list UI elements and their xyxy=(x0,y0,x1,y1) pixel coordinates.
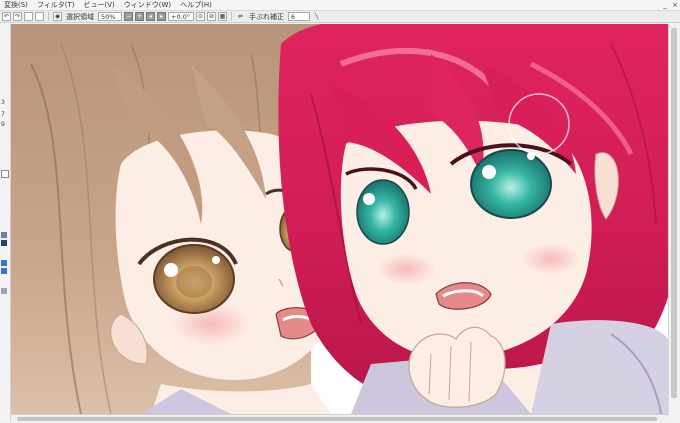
artwork-illustration xyxy=(11,24,669,414)
vertical-scroll-thumb[interactable] xyxy=(671,28,677,398)
flip-icon[interactable]: ⊘ xyxy=(207,12,216,21)
drawing-canvas[interactable] xyxy=(11,24,669,414)
menu-filter[interactable]: フィルタ(T) xyxy=(33,0,80,10)
pen-icon[interactable]: ╲ xyxy=(312,12,321,21)
close-button[interactable]: × xyxy=(670,1,680,10)
ruler-number: 9 xyxy=(1,121,5,128)
toolbar-separator xyxy=(48,12,49,21)
menu-bar: 変換(S) フィルタ(T) ビュー(V) ウィンドウ(W) ヘルプ(H) _ × xyxy=(0,0,680,11)
ruler-marker-icon xyxy=(1,240,7,246)
ruler-number: 3 xyxy=(1,99,5,106)
ruler-marker-icon xyxy=(1,170,9,178)
selection-area-label: 選択領域 xyxy=(66,12,94,21)
ruler-marker-icon xyxy=(1,288,7,294)
eye-icon[interactable]: ◉ xyxy=(53,12,62,21)
ruler-marker-icon xyxy=(1,260,7,266)
toolbar-separator xyxy=(231,12,232,21)
left-ruler: 3 7 9 xyxy=(0,24,11,422)
stabilizer-field[interactable]: 6 xyxy=(288,12,310,21)
horizontal-scroll-thumb[interactable] xyxy=(17,417,657,421)
ruler-marker-icon xyxy=(1,268,7,274)
invert-icon[interactable]: ▦ xyxy=(218,12,227,21)
rotate-left-icon[interactable]: ◂ xyxy=(146,12,155,21)
zoom-in-icon[interactable]: + xyxy=(135,12,144,21)
toolbar-blank-button[interactable] xyxy=(24,12,33,21)
rotation-field[interactable]: +0.0° xyxy=(168,12,194,21)
toolbar: ↶ ↷ ◉ 選択領域 50% − + ◂ ▸ +0.0° ⊙ ⊘ ▦ ⇌ 手ぶれ… xyxy=(0,11,680,23)
toolbar-blank-button[interactable] xyxy=(35,12,44,21)
reset-view-icon[interactable]: ⊙ xyxy=(196,12,205,21)
rotate-right-icon[interactable]: ▸ xyxy=(157,12,166,21)
menu-view[interactable]: ビュー(V) xyxy=(80,0,120,10)
minimize-button[interactable]: _ xyxy=(660,1,670,10)
ruler-marker-icon xyxy=(1,232,7,238)
menu-transform[interactable]: 変換(S) xyxy=(0,0,33,10)
vertical-scrollbar[interactable] xyxy=(668,24,680,422)
redo-icon[interactable]: ↷ xyxy=(13,12,22,21)
ruler-number: 7 xyxy=(1,111,5,118)
menu-help[interactable]: ヘルプ(H) xyxy=(176,0,217,10)
zoom-field[interactable]: 50% xyxy=(98,12,122,21)
stabilizer-icon: ⇌ xyxy=(237,12,244,20)
zoom-out-icon[interactable]: − xyxy=(124,12,133,21)
undo-icon[interactable]: ↶ xyxy=(2,12,11,21)
stabilizer-label: 手ぶれ補正 xyxy=(249,12,284,21)
menu-window[interactable]: ウィンドウ(W) xyxy=(120,0,176,10)
